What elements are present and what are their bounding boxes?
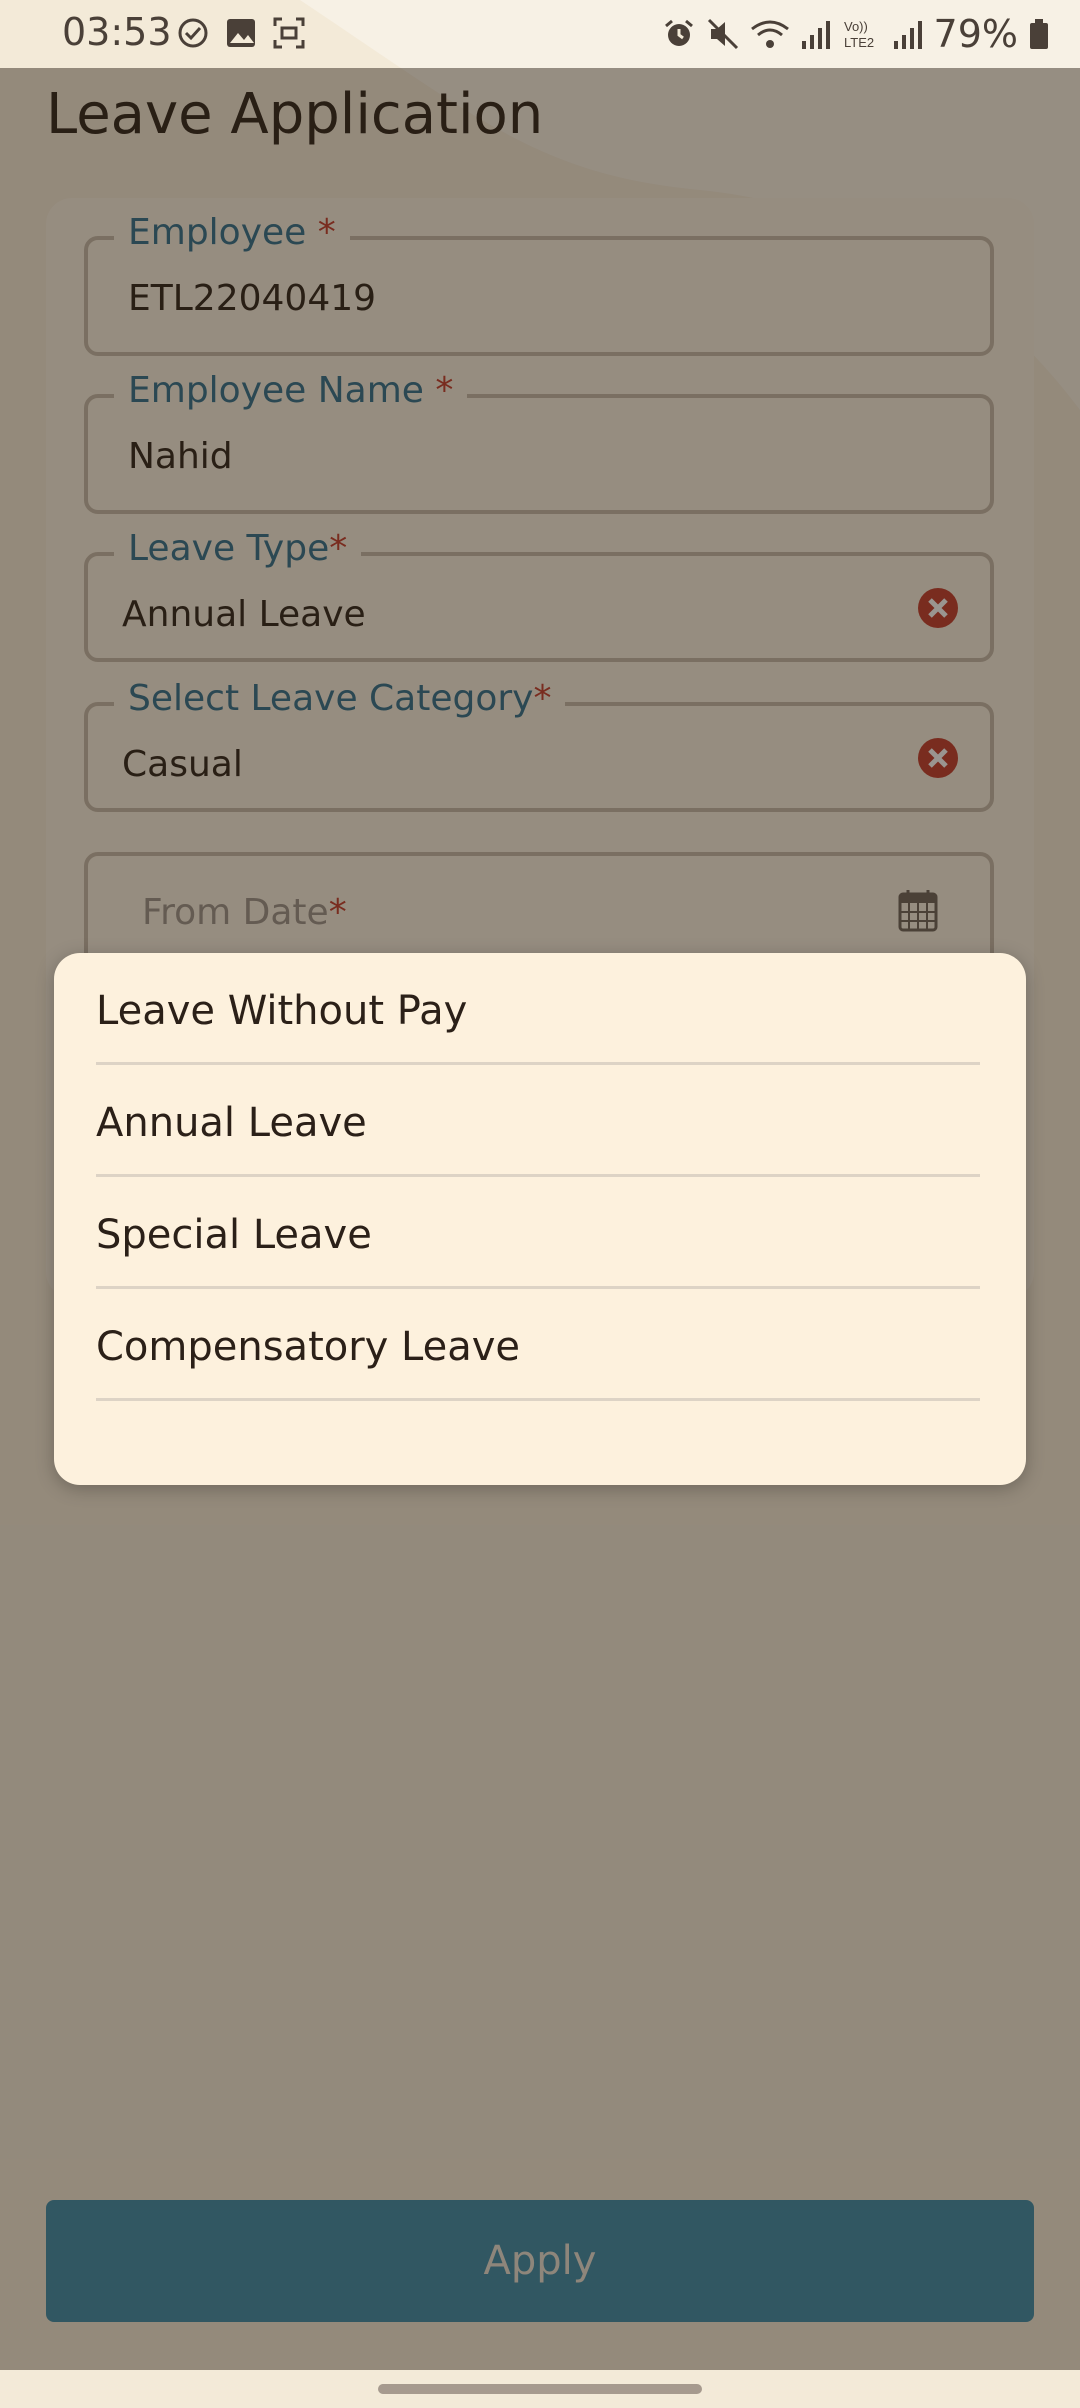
status-time: 03:53	[62, 10, 172, 54]
option-special-leave[interactable]: Special Leave	[96, 1177, 980, 1289]
svg-text:Vo)): Vo))	[844, 19, 868, 34]
home-handle[interactable]	[378, 2384, 702, 2394]
status-bar: 03:53 Vo)) LTE2 79%	[0, 0, 1080, 68]
leave-application-screen: 03:53 Vo)) LTE2 79% Leave Application Emp…	[0, 0, 1080, 2408]
alarm-icon	[664, 19, 693, 46]
svg-text:LTE2: LTE2	[844, 35, 874, 50]
wifi-icon	[750, 20, 789, 48]
option-compensatory-leave[interactable]: Compensatory Leave	[96, 1289, 980, 1401]
task-check-icon	[178, 18, 208, 48]
option-annual-leave[interactable]: Annual Leave	[96, 1065, 980, 1177]
battery-percentage: 79%	[933, 12, 1018, 56]
gallery-icon	[227, 19, 255, 47]
option-label: Compensatory Leave	[96, 1324, 521, 1370]
leave-type-options-dialog: Leave Without Pay Annual Leave Special L…	[54, 953, 1026, 1485]
option-label: Annual Leave	[96, 1100, 367, 1146]
signal-icon	[801, 21, 830, 49]
volte-icon: Vo))LTE2	[844, 19, 874, 50]
battery-icon	[1030, 19, 1048, 49]
screenshot-icon	[273, 17, 305, 49]
signal-icon	[893, 21, 922, 49]
option-label: Leave Without Pay	[96, 988, 468, 1034]
option-leave-without-pay[interactable]: Leave Without Pay	[96, 953, 980, 1065]
option-label: Special Leave	[96, 1212, 372, 1258]
status-icons-right: Vo)) LTE2 79%	[662, 12, 1050, 56]
mute-icon	[707, 18, 738, 50]
status-icons-left	[176, 16, 306, 50]
navigation-bar	[0, 2370, 1080, 2408]
